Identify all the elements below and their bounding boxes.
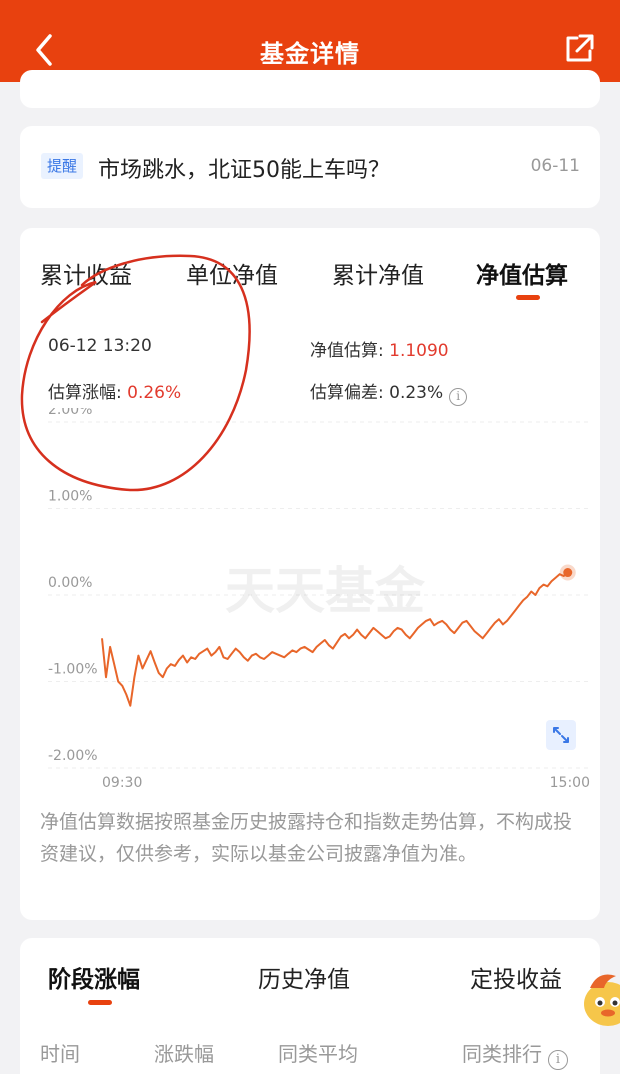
est-change-label: 估算涨幅: <box>48 383 128 403</box>
column-header-peer-average: 同类平均 <box>278 1042 358 1066</box>
info-icon[interactable]: i <box>548 1050 568 1070</box>
estimate-datetime: 06-12 13:20 <box>48 336 152 356</box>
nav-chart-card: 累计收益 单位净值 累计净值 净值估算 06-12 13:20 净值估算: 1.… <box>20 228 600 920</box>
share-external-icon[interactable] <box>562 32 596 66</box>
column-header-peer-rank: 同类排行 i <box>462 1038 568 1070</box>
x-tick-label: 15:00 <box>550 775 590 788</box>
nav-estimate-label: 净值估算: <box>310 341 390 361</box>
est-change-value: 0.26% <box>127 383 182 403</box>
last-point-marker <box>563 568 573 578</box>
page-title: 基金详情 <box>260 40 360 68</box>
news-date: 06-11 <box>530 156 580 176</box>
column-header-peer-rank-label: 同类排行 <box>462 1042 542 1066</box>
news-title[interactable]: 市场跳水，北证50能上车吗？ <box>98 152 390 184</box>
est-deviation-field: 估算偏差: 0.23% i <box>310 378 468 406</box>
nav-estimate-value: 1.1090 <box>389 341 449 361</box>
est-change-field: 估算涨幅: 0.26% <box>48 378 181 403</box>
tab-history-nav[interactable]: 历史净值 <box>258 960 350 994</box>
disclaimer-note: 净值估算数据按照基金历史披露持仓和指数走势估算，不构成投资建议，仅供参考，实际以… <box>40 811 573 865</box>
tab-dca-return[interactable]: 定投收益 <box>470 960 562 994</box>
news-card[interactable]: 提醒 市场跳水，北证50能上车吗？ 06-11 <box>20 126 600 208</box>
info-icon[interactable]: i <box>449 388 468 406</box>
nav-estimate-chart: 2.00% 1.00% 0.00% -1.00% -2.00% 天天基金 09:30 15:0… <box>48 408 592 788</box>
expand-icon[interactable] <box>546 720 576 750</box>
column-header-change: 涨跌幅 <box>154 1042 214 1066</box>
performance-card: 阶段涨幅 历史净值 定投收益 时间 涨跌幅 同类平均 同类排行 i <box>20 938 600 1074</box>
tab-unit-nav[interactable]: 单位净值 <box>186 256 278 290</box>
y-tick-label: 0.00% <box>48 575 92 591</box>
news-tag-badge: 提醒 <box>41 153 84 179</box>
previous-card <box>20 70 600 108</box>
mascot-icon[interactable] <box>582 968 620 1030</box>
nav-estimate-field: 净值估算: 1.1090 <box>310 336 449 361</box>
active-tab-indicator <box>88 1000 112 1005</box>
active-tab-indicator <box>516 295 540 300</box>
y-tick-label: -2.00% <box>48 748 98 764</box>
tab-cumulative-return[interactable]: 累计收益 <box>40 256 132 290</box>
tab-nav-estimate[interactable]: 净值估算 <box>476 256 568 290</box>
tab-cumulative-nav[interactable]: 累计净值 <box>332 256 424 290</box>
watermark-text: 天天基金 <box>225 561 426 620</box>
tab-period-return[interactable]: 阶段涨幅 <box>48 960 140 994</box>
chart-tabs: 累计收益 单位净值 累计净值 净值估算 <box>20 256 600 296</box>
est-deviation-value: 0.23% <box>389 383 444 403</box>
y-tick-label: -1.00% <box>48 662 98 678</box>
est-deviation-label: 估算偏差: <box>310 383 390 403</box>
y-tick-label: 2.00% <box>48 408 92 418</box>
y-tick-label: 1.00% <box>48 489 92 505</box>
column-header-time: 时间 <box>40 1042 80 1066</box>
x-tick-label: 09:30 <box>102 775 142 788</box>
